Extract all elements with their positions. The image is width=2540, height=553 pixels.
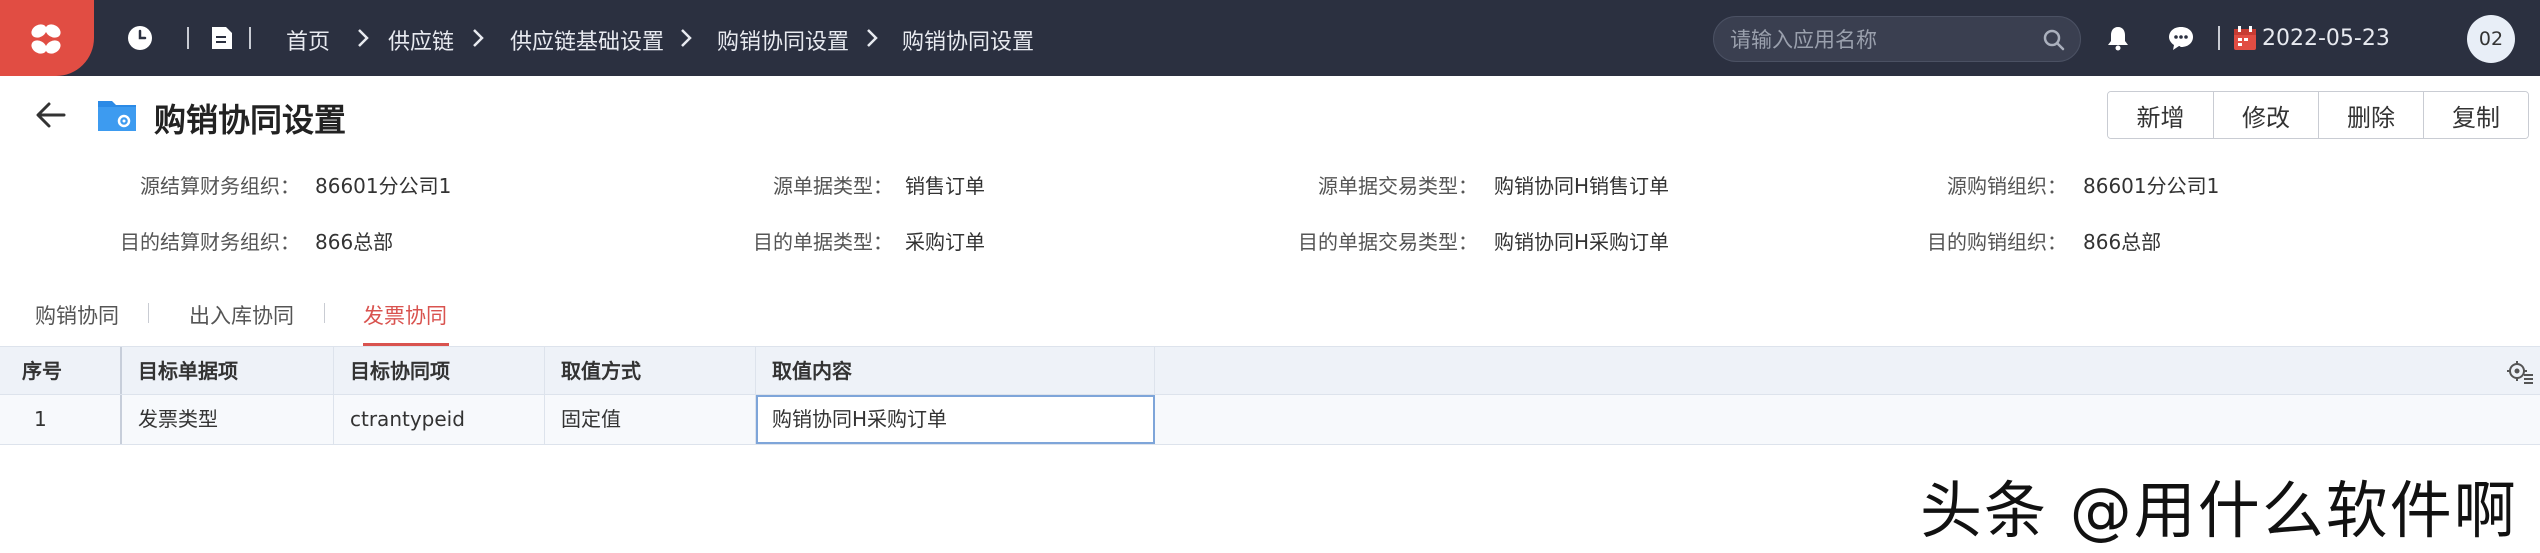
search-icon[interactable] bbox=[2042, 28, 2066, 52]
add-button[interactable]: 新增 bbox=[2108, 92, 2213, 138]
breadcrumb-home[interactable]: 首页 bbox=[286, 24, 330, 56]
top-navigation-bar: 首页 供应链 供应链基础设置 购销协同设置 购销协同设置 2022-05-23 … bbox=[0, 0, 2540, 76]
edit-button[interactable]: 修改 bbox=[2213, 92, 2318, 138]
copy-button[interactable]: 复制 bbox=[2423, 92, 2528, 138]
breadcrumb-current[interactable]: 购销协同设置 bbox=[902, 24, 1034, 56]
cell-value-content-editor[interactable]: 购销协同H采购订单 bbox=[756, 395, 1155, 444]
bell-icon[interactable] bbox=[2104, 24, 2132, 52]
source-trans-type-label: 源单据交易类型： bbox=[1318, 174, 1478, 198]
chevron-right-icon bbox=[867, 29, 878, 47]
source-purchase-sales-org-value: 86601分公司1 bbox=[2083, 174, 2220, 198]
page-title: 购销协同设置 bbox=[154, 101, 347, 139]
column-header-value-method[interactable]: 取值方式 bbox=[545, 347, 756, 394]
app-logo[interactable] bbox=[0, 0, 94, 76]
watermark-text: 头条 @用什么软件啊 bbox=[1920, 474, 2518, 547]
column-settings-icon[interactable] bbox=[2506, 359, 2534, 385]
divider bbox=[249, 27, 251, 49]
tab-divider bbox=[324, 303, 325, 323]
source-trans-type-value: 购销协同H销售订单 bbox=[1494, 174, 1670, 198]
chat-bubble-icon[interactable] bbox=[2166, 24, 2196, 52]
divider bbox=[187, 27, 189, 49]
chevron-right-icon bbox=[681, 29, 692, 47]
cell-seq: 1 bbox=[0, 395, 122, 444]
user-avatar[interactable]: 02 bbox=[2467, 15, 2515, 63]
chevron-right-icon bbox=[358, 29, 369, 47]
target-trans-type-value: 购销协同H采购订单 bbox=[1494, 230, 1670, 254]
target-doc-type-label: 目的单据类型： bbox=[753, 230, 893, 254]
cell-value-method[interactable]: 固定值 bbox=[545, 395, 756, 444]
table-row[interactable]: 1 发票类型 ctrantypeid 固定值 购销协同H采购订单 bbox=[0, 395, 2540, 445]
chevron-right-icon bbox=[473, 29, 484, 47]
tab-invoice-collab[interactable]: 发票协同 bbox=[363, 300, 447, 330]
app-search-input[interactable] bbox=[1730, 25, 2030, 55]
column-header-value-content[interactable]: 取值内容 bbox=[756, 347, 1155, 394]
document-icon[interactable] bbox=[210, 25, 234, 51]
table-header: 序号 目标单据项 目标协同项 取值方式 取值内容 bbox=[0, 346, 2540, 395]
target-doc-type-value: 采购订单 bbox=[905, 230, 985, 254]
column-header-target-doc-item[interactable]: 目标单据项 bbox=[122, 347, 334, 394]
flower-logo-icon bbox=[31, 24, 61, 54]
target-purchase-sales-org-label: 目的购销组织： bbox=[1927, 230, 2067, 254]
tab-inventory-collab[interactable]: 出入库协同 bbox=[189, 300, 294, 330]
breadcrumb-supply-chain-settings[interactable]: 供应链基础设置 bbox=[510, 24, 664, 56]
divider bbox=[2218, 26, 2220, 50]
source-doc-type-label: 源单据类型： bbox=[773, 174, 893, 198]
app-search-box[interactable] bbox=[1713, 16, 2081, 62]
column-header-target-collab-item[interactable]: 目标协同项 bbox=[334, 347, 545, 394]
toolbar-button-group: 新增 修改 删除 复制 bbox=[2107, 91, 2529, 139]
folder-settings-icon bbox=[98, 101, 136, 131]
calendar-icon[interactable] bbox=[2232, 24, 2258, 52]
target-finance-org-value: 866总部 bbox=[315, 230, 394, 254]
tab-divider bbox=[148, 303, 149, 323]
current-date[interactable]: 2022-05-23 bbox=[2262, 26, 2390, 51]
target-purchase-sales-org-value: 866总部 bbox=[2083, 230, 2162, 254]
source-doc-type-value: 销售订单 bbox=[905, 174, 985, 198]
breadcrumb-collab-settings[interactable]: 购销协同设置 bbox=[717, 24, 849, 56]
source-finance-org-label: 源结算财务组织： bbox=[140, 174, 300, 198]
target-trans-type-label: 目的单据交易类型： bbox=[1298, 230, 1478, 254]
delete-button[interactable]: 删除 bbox=[2318, 92, 2423, 138]
tab-purchase-sales-collab[interactable]: 购销协同 bbox=[35, 300, 119, 330]
breadcrumb-supply-chain[interactable]: 供应链 bbox=[388, 24, 454, 56]
cell-target-doc-item[interactable]: 发票类型 bbox=[122, 395, 334, 444]
cell-target-collab-item[interactable]: ctrantypeid bbox=[334, 395, 545, 444]
source-purchase-sales-org-label: 源购销组织： bbox=[1947, 174, 2067, 198]
history-clock-icon[interactable] bbox=[126, 24, 154, 52]
column-header-seq[interactable]: 序号 bbox=[0, 347, 122, 394]
target-finance-org-label: 目的结算财务组织： bbox=[120, 230, 300, 254]
source-finance-org-value: 86601分公司1 bbox=[315, 174, 452, 198]
back-arrow-icon[interactable] bbox=[34, 100, 68, 130]
